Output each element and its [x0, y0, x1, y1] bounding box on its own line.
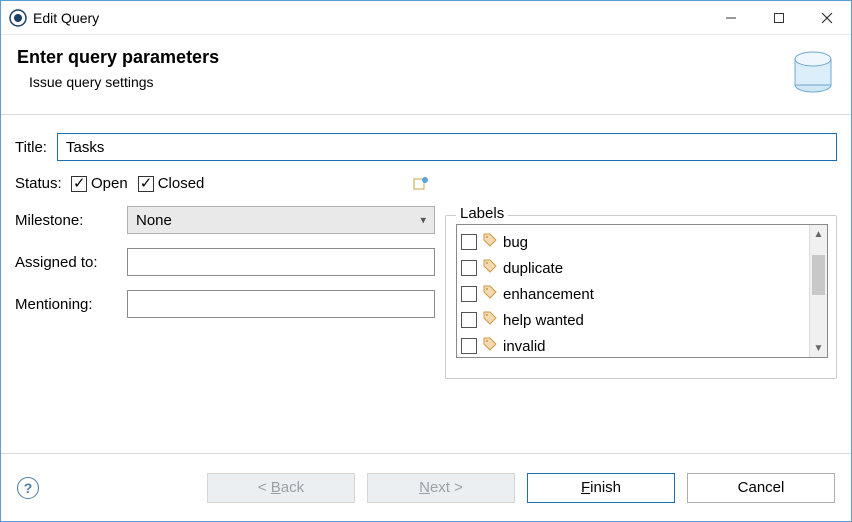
checkbox-icon — [461, 338, 477, 354]
labels-list[interactable]: bug duplicate enhancement help wanted invali… — [457, 225, 809, 357]
wizard-subtitle: Issue query settings — [29, 74, 219, 90]
customize-columns-icon[interactable] — [413, 176, 429, 192]
checkbox-icon — [461, 234, 477, 250]
repository-icon — [787, 45, 839, 100]
maximize-button[interactable] — [755, 1, 803, 35]
checkbox-icon — [461, 260, 477, 276]
status-label: Status: — [15, 175, 61, 192]
title-label: Title: — [15, 139, 49, 156]
finish-button[interactable]: Finish — [527, 473, 675, 503]
label-item[interactable]: bug — [461, 229, 805, 255]
labels-legend: Labels — [456, 205, 508, 222]
tag-icon — [483, 285, 497, 303]
next-button: Next > — [367, 473, 515, 503]
milestone-label: Milestone: — [15, 212, 121, 229]
wizard-header: Enter query parameters Issue query setti… — [1, 35, 851, 115]
minimize-button[interactable] — [707, 1, 755, 35]
mentioning-label: Mentioning: — [15, 296, 121, 313]
status-open-checkbox[interactable]: Open — [71, 175, 128, 192]
labels-scrollbar[interactable]: ▲ ▼ — [809, 225, 827, 357]
close-button[interactable] — [803, 1, 851, 35]
milestone-combo[interactable]: None ▾ — [127, 206, 435, 234]
milestone-value: None — [136, 212, 172, 229]
edit-query-window: Edit Query Enter query parameters Issue … — [0, 0, 852, 522]
tag-icon — [483, 337, 497, 355]
label-text: bug — [503, 234, 528, 251]
label-item[interactable]: enhancement — [461, 281, 805, 307]
label-text: help wanted — [503, 312, 584, 329]
checkbox-icon — [71, 176, 87, 192]
scroll-down-icon[interactable]: ▼ — [810, 339, 827, 357]
window-title: Edit Query — [33, 10, 99, 26]
label-text: invalid — [503, 338, 546, 355]
chevron-down-icon: ▾ — [420, 214, 426, 227]
title-input[interactable] — [57, 133, 837, 161]
status-closed-label: Closed — [158, 175, 205, 192]
checkbox-icon — [461, 286, 477, 302]
help-button[interactable]: ? — [17, 477, 39, 499]
label-text: duplicate — [503, 260, 563, 277]
app-icon — [9, 9, 27, 27]
cancel-button[interactable]: Cancel — [687, 473, 835, 503]
wizard-title: Enter query parameters — [17, 47, 219, 68]
assigned-to-label: Assigned to: — [15, 254, 121, 271]
assigned-to-input[interactable] — [127, 248, 435, 276]
tag-icon — [483, 311, 497, 329]
tag-icon — [483, 259, 497, 277]
back-button: < Back — [207, 473, 355, 503]
tag-icon — [483, 233, 497, 251]
label-item[interactable]: duplicate — [461, 255, 805, 281]
label-item[interactable]: invalid — [461, 333, 805, 357]
checkbox-icon — [138, 176, 154, 192]
wizard-footer: ? < Back Next > Finish Cancel — [1, 453, 851, 521]
checkbox-icon — [461, 312, 477, 328]
status-open-label: Open — [91, 175, 128, 192]
label-text: enhancement — [503, 286, 594, 303]
mentioning-input[interactable] — [127, 290, 435, 318]
label-item[interactable]: help wanted — [461, 307, 805, 333]
titlebar: Edit Query — [1, 1, 851, 35]
wizard-content: Title: Status: Open Closed — [1, 115, 851, 453]
status-closed-checkbox[interactable]: Closed — [138, 175, 205, 192]
scroll-up-icon[interactable]: ▲ — [810, 225, 827, 243]
scroll-thumb[interactable] — [812, 255, 825, 295]
labels-group: Labels bugduplicateenhancementhelp wante… — [445, 215, 837, 379]
